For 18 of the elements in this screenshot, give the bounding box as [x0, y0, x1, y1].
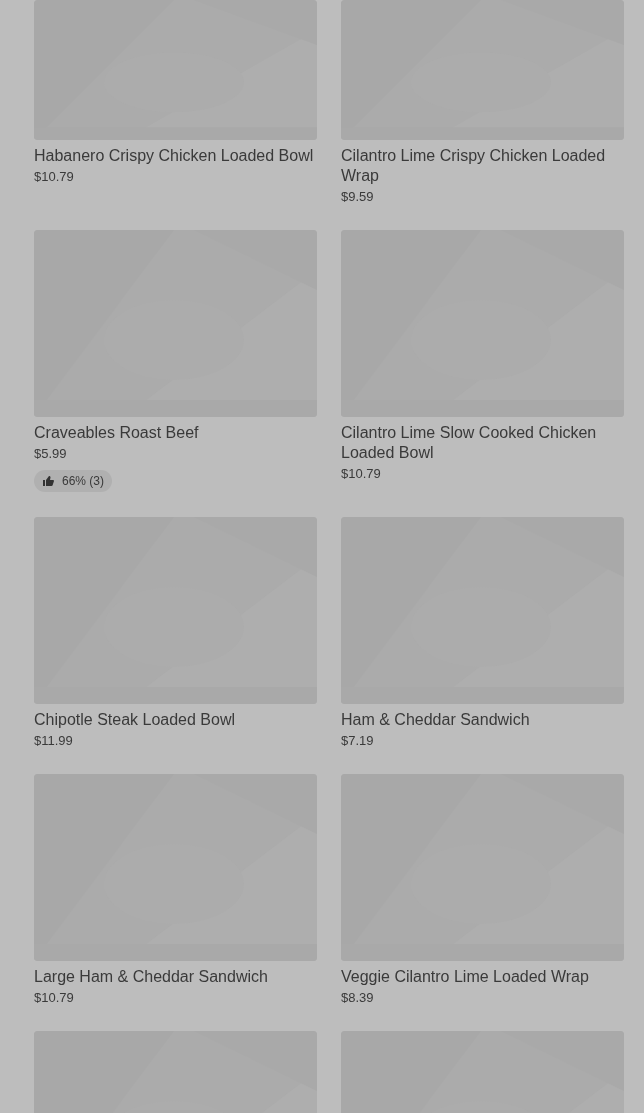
- item-price: $9.59: [341, 189, 375, 205]
- thumbs-up-icon: [42, 475, 54, 487]
- item-name[interactable]: Craveables Roast Beef: [34, 423, 317, 443]
- item-price: $5.99: [34, 446, 68, 462]
- item-price: $11.99: [34, 733, 74, 749]
- item-price: $10.79: [34, 990, 75, 1006]
- item-price: $7.19: [341, 733, 375, 749]
- rating-text: 66% (3): [62, 473, 105, 490]
- item-name[interactable]: Veggie Cilantro Lime Loaded Wrap: [341, 967, 624, 987]
- item-name[interactable]: Large Ham & Cheddar Sandwich: [34, 967, 317, 987]
- item-name[interactable]: Ham & Cheddar Sandwich: [341, 710, 624, 730]
- item-price: $8.39: [341, 990, 375, 1006]
- item-name[interactable]: Cilantro Lime Slow Cooked Chicken Loaded Bowl: [341, 423, 624, 463]
- item-name[interactable]: Chipotle Steak Loaded Bowl: [34, 710, 317, 730]
- item-price: $10.79: [341, 466, 382, 482]
- item-name[interactable]: Cilantro Lime Crispy Chicken Loaded Wrap: [341, 146, 624, 186]
- item-price: $10.79: [34, 169, 75, 185]
- item-name[interactable]: Habanero Crispy Chicken Loaded Bowl: [34, 146, 317, 166]
